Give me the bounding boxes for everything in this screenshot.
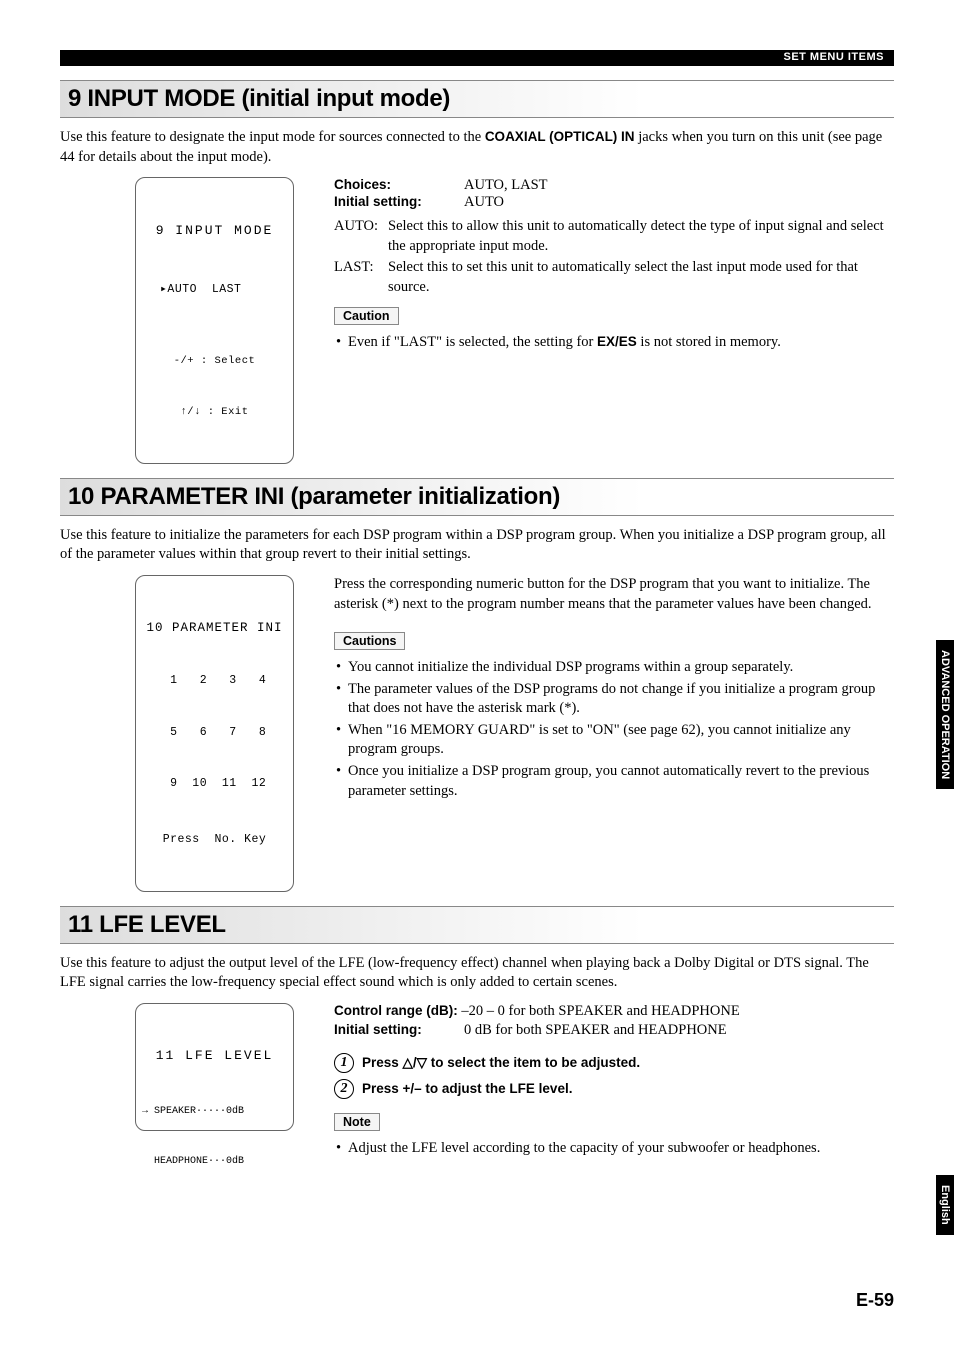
lcd-line: Press No. Key [142,827,287,848]
section-10-body: 10 PARAMETER INI 1 2 3 4 5 6 7 8 9 10 11… [60,575,894,892]
range-label: Control range (dB): [334,1003,458,1018]
bullet-row: •You cannot initialize the individual DS… [336,658,894,678]
caution-box: Caution [334,307,399,325]
bullet-dot: • [336,1139,348,1159]
page-number: E-59 [856,1290,894,1311]
section-9-right: Choices: AUTO, LAST Initial setting: AUT… [334,177,894,355]
coaxial-bold: COAXIAL (OPTICAL) IN [485,129,635,144]
lcd-line: 10 PARAMETER INI [142,619,287,638]
bullet-text: Once you initialize a DSP program group,… [348,762,894,801]
section-10-intro: Use this feature to initialize the param… [60,526,894,565]
section-11-body: 11 LFE LEVEL → SPEAKER·····0dB HEADPHONE… [60,1003,894,1161]
step-text: Press +/– to adjust the LFE level. [362,1081,572,1096]
option-text: Select this to set this unit to automati… [388,258,894,297]
section-10-right: Press the corresponding numeric button f… [334,575,894,803]
lcd-line: 9 INPUT MODE [142,221,287,247]
initial-label: Initial setting: [334,194,464,211]
page-prefix: E- [856,1290,874,1310]
choices-label: Choices: [334,177,464,194]
kv-row: Initial setting: 0 dB for both SPEAKER a… [334,1022,894,1039]
bullet-dot: • [336,333,348,353]
section-10-title: 10 PARAMETER INI (parameter initializati… [60,478,894,516]
page-num-value: 59 [874,1290,894,1310]
option-row: AUTO: Select this to allow this unit to … [334,217,894,256]
bullet-row: •The parameter values of the DSP program… [336,680,894,719]
bullet-text: Adjust the LFE level according to the ca… [348,1139,894,1159]
bullet-dot: • [336,680,348,719]
cautions-bullets: •You cannot initialize the individual DS… [336,658,894,801]
section-10-para: Press the corresponding numeric button f… [334,575,894,614]
lcd-line: ↑/↓ : Exit [142,405,287,421]
option-key: LAST: [334,258,388,297]
lcd-line: 1 2 3 4 [142,672,287,689]
bullet-text: The parameter values of the DSP programs… [348,680,894,719]
initial-label: Initial setting: [334,1022,464,1039]
caution-bullets: • Even if "LAST" is selected, the settin… [336,333,894,353]
side-tab-english: English [936,1175,954,1235]
section-11-right: Control range (dB): –20 – 0 for both SPE… [334,1003,894,1161]
bullet-text: When "16 MEMORY GUARD" is set to "ON" (s… [348,721,894,760]
lcd-line: → SPEAKER·····0dB [142,1104,287,1119]
kv-row: Choices: AUTO, LAST [334,177,894,194]
bullet-dot: • [336,762,348,801]
lcd-line: 9 10 11 12 [142,775,287,792]
lcd-line: 5 6 7 8 [142,724,287,741]
initial-value: AUTO [464,194,504,211]
section-9-title: 9 INPUT MODE (initial input mode) [60,80,894,118]
kv-row: Initial setting: AUTO [334,194,894,211]
lcd-line: 11 LFE LEVEL [142,1046,287,1070]
lcd-11: 11 LFE LEVEL → SPEAKER·····0dB HEADPHONE… [135,1003,294,1131]
range-value: –20 – 0 for both SPEAKER and HEADPHONE [458,1003,740,1019]
page: SET MENU ITEMS 9 INPUT MODE (initial inp… [0,0,954,1200]
header-section-label: SET MENU ITEMS [783,51,884,63]
choices-value: AUTO, LAST [464,177,548,194]
section-11-title: 11 LFE LEVEL [60,906,894,944]
option-text: Select this to allow this unit to automa… [388,217,894,256]
initial-value: 0 dB for both SPEAKER and HEADPHONE [464,1022,727,1039]
bullet-dot: • [336,721,348,760]
step-number-icon: 1 [334,1053,354,1073]
text: is not stored in memory. [637,334,781,350]
section-11-intro: Use this feature to adjust the output le… [60,954,894,993]
lcd-10: 10 PARAMETER INI 1 2 3 4 5 6 7 8 9 10 11… [135,575,294,892]
bullet-row: •When "16 MEMORY GUARD" is set to "ON" (… [336,721,894,760]
exes-bold: EX/ES [597,334,637,349]
bullet-row: •Once you initialize a DSP program group… [336,762,894,801]
bullet-dot: • [336,658,348,678]
text: Even if "LAST" is selected, the setting … [348,334,597,350]
bullet-text: You cannot initialize the individual DSP… [348,658,894,678]
cautions-box: Cautions [334,632,405,650]
step-1: 1 Press △/▽ to select the item to be adj… [334,1053,894,1073]
lcd-9: 9 INPUT MODE ▸AUTO LAST -/+ : Select ↑/↓… [135,177,294,464]
lcd-line: -/+ : Select [142,354,287,370]
lcd-line: ▸AUTO LAST [142,281,287,320]
text: Use this feature to designate the input … [60,129,485,145]
lcd-line: HEADPHONE···0dB [142,1154,287,1169]
bullet-text: Even if "LAST" is selected, the setting … [348,333,894,353]
bullet-row: • Even if "LAST" is selected, the settin… [336,333,894,353]
step-text: Press △/▽ to select the item to be adjus… [362,1055,640,1071]
section-9-intro: Use this feature to designate the input … [60,128,894,167]
step-2: 2 Press +/– to adjust the LFE level. [334,1079,894,1099]
option-row: LAST: Select this to set this unit to au… [334,258,894,297]
header-bar: SET MENU ITEMS [60,50,894,66]
note-box: Note [334,1113,380,1131]
section-9-body: 9 INPUT MODE ▸AUTO LAST -/+ : Select ↑/↓… [60,177,894,464]
note-bullets: •Adjust the LFE level according to the c… [336,1139,894,1159]
step-number-icon: 2 [334,1079,354,1099]
bullet-row: •Adjust the LFE level according to the c… [336,1139,894,1159]
option-list: AUTO: Select this to allow this unit to … [334,217,894,297]
side-tab-advanced: ADVANCED OPERATION [936,640,954,789]
option-key: AUTO: [334,217,388,256]
